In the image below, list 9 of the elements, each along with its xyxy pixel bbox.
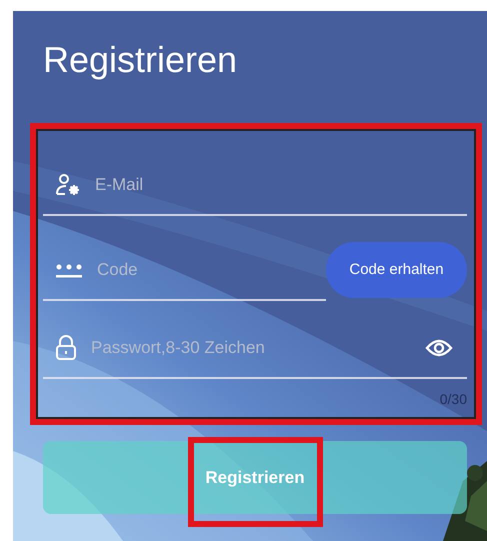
page-title: Registrieren [43,38,238,82]
input-field[interactable]: Passwort,8-30 Zeichen [91,335,411,361]
input-field[interactable]: E-Mail [95,172,467,198]
eye-icon[interactable] [425,339,453,357]
user-gear-icon [55,173,81,197]
code-button[interactable]: Code erhalten [326,242,467,298]
lock-icon [55,335,77,361]
character-counter: 0/30 [440,390,467,409]
input-field[interactable]: Code [97,257,326,283]
